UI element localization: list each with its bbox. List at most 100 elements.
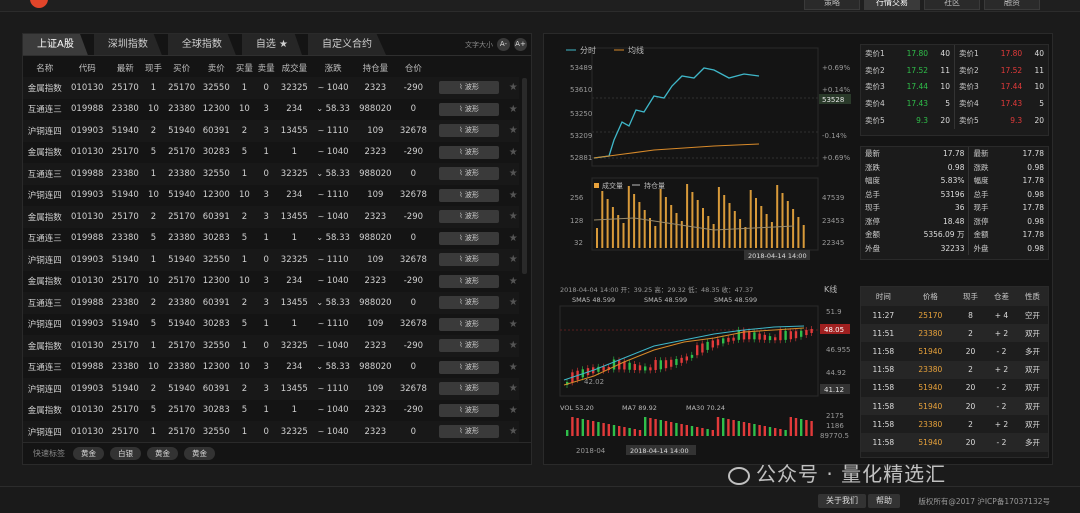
quick-tag[interactable]: 黄金 [147,447,178,460]
waveform-button[interactable]: ⌇ 波形 [439,145,500,159]
waveform-button[interactable]: ⌇ 波形 [439,274,500,288]
favorite-star-icon[interactable]: ★ [509,190,518,201]
about-us-button[interactable]: 关于我们 [818,494,866,508]
quotes-scrollbar[interactable] [522,78,527,274]
topnav-tab-strategy[interactable]: 策略 [804,0,860,10]
trade-row: 11:51 23380 2 + 2 双开 [861,324,1048,343]
quote-row[interactable]: 互通连三 019988 23380 10 23380 12300 10 3 234 ⌄ 58.33… [23,99,519,121]
quote-row[interactable]: 沪铜连四 019903 51940 10 51940 12300 10 3 234 ~ 1110 1… [23,185,519,207]
topnav-tab-community[interactable]: 社区 [924,0,980,10]
font-decrease-button[interactable]: A- [497,38,510,51]
waveform-button[interactable]: ⌇ 波形 [439,188,500,202]
favorite-star-icon[interactable]: ★ [509,168,518,179]
font-increase-button[interactable]: A+ [514,38,527,51]
favorite-star-icon[interactable]: ★ [509,82,518,93]
waveform-button[interactable]: ⌇ 波形 [439,210,500,224]
quote-row[interactable]: 金属指数 010130 25170 5 25170 30283 5 1 1 ~ 1040 2323 -… [23,142,519,164]
waveform-button[interactable]: ⌇ 波形 [439,382,500,396]
column-header[interactable]: 卖量 [255,58,277,77]
quote-row[interactable]: 互通连三 019988 23380 5 23380 30283 5 1 1 ⌄ 58.33 9880… [23,228,519,250]
column-header[interactable]: 买量 [234,58,256,77]
favorite-star-icon[interactable]: ★ [509,276,518,287]
quote-row[interactable]: 金属指数 010130 25170 1 25170 32550 1 0 32325 ~ 1040 2… [23,335,519,357]
cell-turnover: 234 [286,362,303,373]
quote-row[interactable]: 互通连三 019988 23380 1 23380 32550 1 0 32325 ⌄ 58.33… [23,163,519,185]
column-header[interactable]: 成交量 [277,58,312,77]
column-header[interactable]: 卖价 [199,58,234,77]
cell-bid-qty: 5 [241,319,248,330]
favorite-star-icon[interactable]: ★ [509,125,518,136]
quote-row[interactable]: 沪铜连四 019903 51940 2 51940 60391 2 3 13455 ~ 1110 1… [23,378,519,400]
favorite-star-icon[interactable]: ★ [509,426,518,437]
waveform-button[interactable]: ⌇ 波形 [439,231,500,245]
tab-watchlist[interactable]: 自选 ★ [241,34,302,55]
favorite-star-icon[interactable]: ★ [509,405,518,416]
waveform-button[interactable]: ⌇ 波形 [439,81,500,95]
waveform-button[interactable]: ⌇ 波形 [439,102,500,116]
volume-bar [712,224,715,248]
column-header[interactable]: 仓价 [396,58,431,77]
quote-row[interactable]: 沪铜连四 019903 51940 1 51940 32550 1 0 32325 ~ 1110 1… [23,249,519,271]
quote-row[interactable]: 沪铜连四 019903 51940 5 51940 30283 5 1 1 ~ 1110 109 32… [23,314,519,336]
quote-row[interactable]: 金属指数 010130 25170 1 25170 32550 1 0 32325 ~ 1040 2… [23,77,519,99]
column-header[interactable] [507,58,519,77]
kline-volume-bar [649,418,652,436]
waveform-button[interactable]: ⌇ 波形 [439,317,500,331]
cell-ask-qty: 1 [263,405,269,416]
column-header[interactable]: 涨跌 [312,58,355,77]
tab-custom-contract[interactable]: 自定义合约 [308,34,386,55]
quotes-header-row: 名称 代码 最新 现手 买价 卖价 买量 卖量 成交量 涨跌 持仓量 仓价 [23,58,519,77]
cell-ask-qty: 0 [255,163,278,185]
waveform-button[interactable]: ⌇ 波形 [439,167,500,181]
waveform-button[interactable]: ⌇ 波形 [439,253,500,267]
quick-tag[interactable]: 黄金 [73,447,104,460]
waveform-button[interactable]: ⌇ 波形 [439,124,500,138]
quote-row[interactable]: 金属指数 010130 25170 2 25170 60391 2 3 13455 ~ 1040 2… [23,206,519,228]
quote-row[interactable]: 互通连三 019988 23380 2 23380 60391 2 3 13455 ⌄ 58.33… [23,292,519,314]
column-header[interactable]: 持仓量 [355,58,397,77]
quote-row[interactable]: 金属指数 010130 25170 10 25170 12300 10 3 234 ~ 1040 2… [23,271,519,293]
cell-latest: 25170 [108,77,143,99]
quote-row[interactable]: 金属指数 010130 25170 5 25170 30283 5 1 1 ~ 1040 2323 -… [23,400,519,422]
favorite-star-icon[interactable]: ★ [509,104,518,115]
ob-price: 17.80 [906,48,929,58]
quote-row[interactable]: 沪铜连四 019903 51940 2 51940 60391 2 3 13455 ~ 1110 1… [23,120,519,142]
column-header[interactable]: 代码 [67,58,109,77]
cell-turnover: 234 [286,190,303,201]
stats-row: 总手 53196 总手 0.98 [861,187,1048,201]
favorite-star-icon[interactable]: ★ [509,362,518,373]
favorite-star-icon[interactable]: ★ [509,147,518,158]
column-header[interactable]: 名称 [23,58,67,77]
tab-global-index[interactable]: 全球指数 [167,34,236,55]
favorite-star-icon[interactable]: ★ [509,319,518,330]
waveform-button[interactable]: ⌇ 波形 [439,403,500,417]
quick-tag[interactable]: 黄金 [184,447,215,460]
quote-row[interactable]: 互通连三 019988 23380 10 23380 12300 10 3 234 ⌄ 58.33… [23,357,519,379]
trade-row: 11:58 51940 20- 2 双开 [861,378,1048,397]
tab-shanghai-a[interactable]: 上证A股 [23,34,88,55]
favorite-star-icon[interactable]: ★ [509,383,518,394]
y-tick: 53209 [570,132,592,140]
column-header[interactable]: 买价 [164,58,199,77]
help-button[interactable]: 帮助 [868,494,900,508]
topnav-tab-trading[interactable]: 行情交易 [864,0,920,10]
quick-tag[interactable]: 白银 [110,447,141,460]
favorite-star-icon[interactable]: ★ [509,233,518,244]
column-header[interactable]: 最新 [108,58,143,77]
favorite-star-icon[interactable]: ★ [509,254,518,265]
waveform-button[interactable]: ⌇ 波形 [439,425,500,439]
trades-box: 时间 价格 现手 仓差 性质 11:27 25170 8 + 4 空开 11:51 23380 2 + … [860,286,1049,458]
trade-cell: 11:27 [861,306,906,325]
topnav-tab-finance[interactable]: 融资 [984,0,1040,10]
quote-row[interactable]: 沪铜连四 010130 25170 1 25170 32550 1 0 32325 ~ 1040 2… [23,421,519,443]
cell-change: ~ 1040 [312,400,355,422]
column-header[interactable] [431,58,508,77]
favorite-star-icon[interactable]: ★ [509,340,518,351]
waveform-button[interactable]: ⌇ 波形 [439,296,500,310]
column-header[interactable]: 现手 [143,58,165,77]
favorite-star-icon[interactable]: ★ [509,297,518,308]
favorite-star-icon[interactable]: ★ [509,211,518,222]
tab-shenzhen-index[interactable]: 深圳指数 [93,34,162,55]
waveform-button[interactable]: ⌇ 波形 [439,360,500,374]
waveform-button[interactable]: ⌇ 波形 [439,339,500,353]
